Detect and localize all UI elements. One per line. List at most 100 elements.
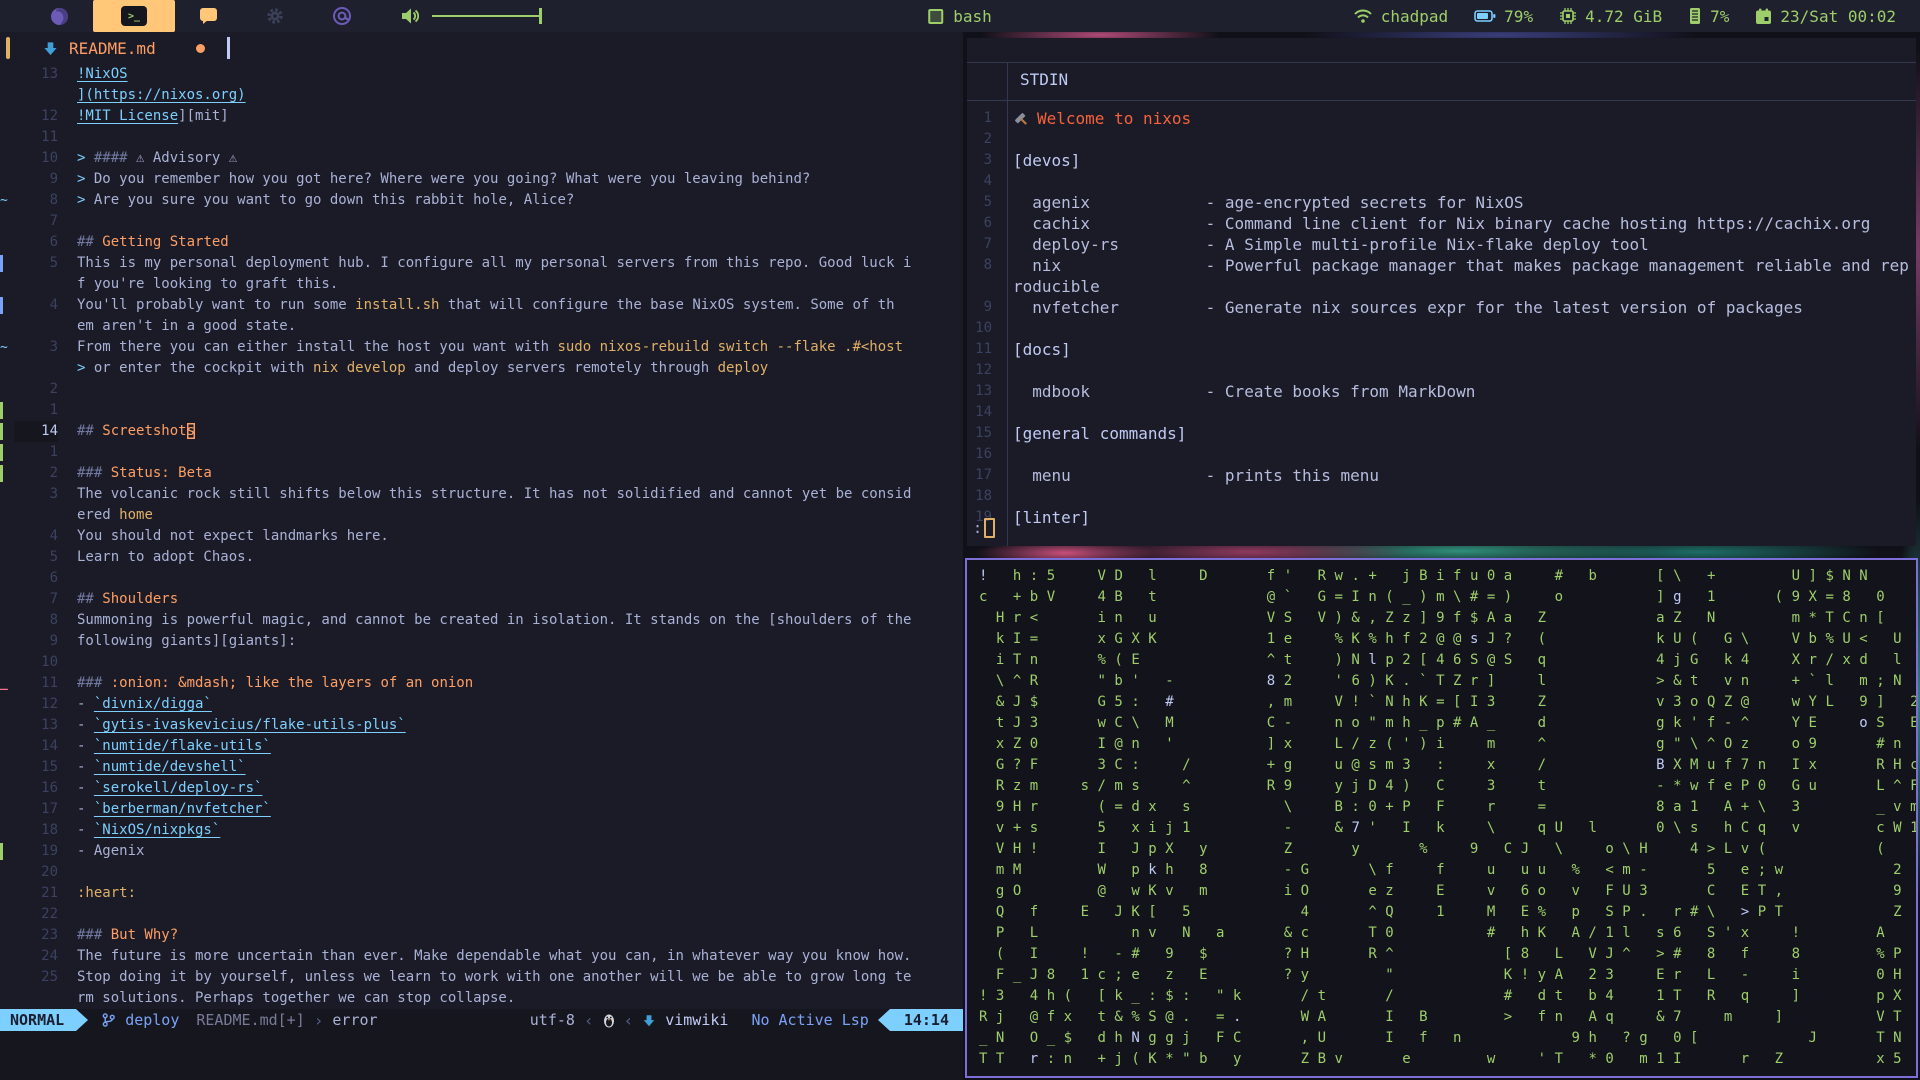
editor-line[interactable]: 1 <box>0 442 963 463</box>
editor-line[interactable]: 24 The future is more uncertain than ever… <box>0 946 963 967</box>
editor-line[interactable]: 8 Summoning is powerful magic, and cannot… <box>0 610 963 631</box>
gutter-sign <box>0 610 14 631</box>
line-number: 12 <box>41 696 58 712</box>
line-text: - `NixOS/nixpkgs` <box>77 822 221 838</box>
editor-line[interactable]: 23 ### But Why? <box>0 925 963 946</box>
pager-terminal-window[interactable]: STDIN 1 Welcome to nixos 2 3 [devos] 4 5 ageni… <box>967 38 1916 546</box>
gutter-sign <box>0 988 14 1009</box>
editor-line[interactable]: 12 - `divnix/digga` <box>0 694 963 715</box>
firefox-icon[interactable] <box>26 0 93 32</box>
editor-line[interactable]: 21:heart: <box>0 883 963 904</box>
editor-line[interactable]: 2 <box>0 379 963 400</box>
pager-line-number: 8 <box>983 257 992 273</box>
editor-line[interactable]: ered home <box>0 505 963 526</box>
editor-line[interactable]: 16 - `serokell/deploy-rs` <box>0 778 963 799</box>
line-number: 11 <box>41 129 58 145</box>
editor-line[interactable]: 15 - `numtide/devshell` <box>0 757 963 778</box>
volume-slider-handle[interactable] <box>539 8 542 24</box>
editor-line[interactable]: 25 Stop doing it by yourself, unless we l… <box>0 967 963 988</box>
pager-line: 18 <box>967 486 1916 507</box>
line-number <box>14 988 58 1009</box>
editor-line[interactable]: 7 ## Shoulders <box>0 589 963 610</box>
gutter-sign <box>0 211 14 232</box>
editor-line[interactable]: 5 This is my personal deployment hub. I c… <box>0 253 963 274</box>
editor-line[interactable]: 6 ## Getting Started <box>0 232 963 253</box>
editor-line[interactable]: 10 <box>0 652 963 673</box>
pager-line: 12 <box>967 360 1916 381</box>
matrix-terminal-window[interactable]: ! h:5 VD l D f' Rw.+ jBifu0a # b [\ + U]… <box>965 558 1918 1078</box>
editor-line[interactable]: > or enter the cockpit with nix develop … <box>0 358 963 379</box>
line-text: The volcanic rock still shifts below thi… <box>77 486 912 502</box>
editor-line[interactable]: 13 - `gytis-ivaskevicius/flake-utils-plus… <box>0 715 963 736</box>
pager-line-text: nvfetcher - Generate nix sources expr fo… <box>1013 298 1803 317</box>
gutter-sign <box>0 316 14 337</box>
pager-line-number: 2 <box>983 131 992 147</box>
buffer-filename[interactable]: README.md <box>69 39 156 58</box>
editor-line[interactable]: 4 You'll probably want to run some instal… <box>0 295 963 316</box>
editor-line[interactable]: 4 You should not expect landmarks here. <box>0 526 963 547</box>
editor-line[interactable]: f you're looking to graft this. <box>0 274 963 295</box>
editor-line[interactable]: 13 !NixOS <box>0 64 963 85</box>
editor-line[interactable]: 10 > #### ⚠ Advisory ⚠ <box>0 148 963 169</box>
editor-line[interactable]: 1 <box>0 400 963 421</box>
gutter-sign <box>0 169 14 190</box>
editor-line[interactable]: 9 following giants][giants]: <box>0 631 963 652</box>
matrix-row: \^R "b' - 82 '6)K.`TZr] l >&t vn +`l m;N <box>979 673 1911 689</box>
workspace-active[interactable]: >_ <box>93 0 175 32</box>
editor-line[interactable]: 20 <box>0 862 963 883</box>
command-line[interactable] <box>0 1031 963 1080</box>
editor-line[interactable]: 22 <box>0 904 963 925</box>
editor-line[interactable]: 11 <box>0 127 963 148</box>
editor-window[interactable]: README.md 13 !NixOS](https://nixos.org) 12… <box>0 32 963 1080</box>
editor-line[interactable]: 14 ## Screetshots <box>0 421 963 442</box>
editor-line[interactable]: 12 !MIT License][mit] <box>0 106 963 127</box>
status-modules: chadpad 79% 4.72 GiB 7% 23/Sat 00:02 <box>1339 7 1920 26</box>
linux-penguin-icon <box>603 1014 614 1027</box>
ram-module[interactable]: 4.72 GiB <box>1559 7 1662 26</box>
editor-line[interactable]: ](https://nixos.org) <box>0 85 963 106</box>
editor-line[interactable]: ~3 From there you can either install the … <box>0 337 963 358</box>
editor-line[interactable]: 17 - `berberman/nvfetcher` <box>0 799 963 820</box>
editor-line[interactable]: 14 - `numtide/flake-utils` <box>0 736 963 757</box>
chevron-right-icon: › <box>313 1010 324 1030</box>
editor-line[interactable]: _ 11 ### :onion: &mdash; like the layers o… <box>0 673 963 694</box>
volume-icon[interactable] <box>376 0 420 32</box>
cpu-module[interactable]: 7% <box>1688 7 1729 26</box>
network-module[interactable]: chadpad <box>1353 7 1448 26</box>
editor-line[interactable]: 7 <box>0 211 963 232</box>
editor-line[interactable]: 5 Learn to adopt Chaos. <box>0 547 963 568</box>
at-icon[interactable] <box>308 0 376 32</box>
editor-line[interactable]: 19 - Agenix <box>0 841 963 862</box>
pager-line-number: 3 <box>983 152 992 168</box>
editor-line[interactable]: 6 <box>0 568 963 589</box>
line-number: 18 <box>41 822 58 838</box>
pager-prompt[interactable]: : <box>973 518 996 538</box>
matrix-row: TT r:n +j(K*"b y ZBv e w 'T *0 m1I r Z x… <box>979 1051 1911 1067</box>
header-rule-top <box>967 62 1916 63</box>
editor-line[interactable]: 18 - `NixOS/nixpkgs` <box>0 820 963 841</box>
date-time: 23/Sat 00:02 <box>1780 6 1896 26</box>
editor-line[interactable]: em aren't in a good state. <box>0 316 963 337</box>
gear-icon[interactable] <box>242 0 308 32</box>
editor-line[interactable]: rm solutions. Perhaps together we can st… <box>0 988 963 1009</box>
gutter-sign <box>0 526 14 547</box>
window-title-text: bash <box>953 6 992 26</box>
wifi-icon <box>1354 9 1372 23</box>
clock-module[interactable]: 23/Sat 00:02 <box>1755 7 1896 26</box>
editor-line[interactable]: 2 ### Status: Beta <box>0 463 963 484</box>
chat-icon[interactable] <box>175 0 242 32</box>
matrix-row: P L nv N a &c T0 # hK A/1l s6 S'x ! A <box>979 925 1894 941</box>
editor-line[interactable]: ~8 > Are you sure you want to go down thi… <box>0 190 963 211</box>
line-text <box>58 568 77 589</box>
pager-line: 13 mdbook - Create books from MarkDown <box>967 381 1916 402</box>
editor-line[interactable]: 3 The volcanic rock still shifts below th… <box>0 484 963 505</box>
line-text: ered home <box>77 507 153 523</box>
gutter-sign <box>0 463 14 484</box>
battery-module[interactable]: 79% <box>1474 7 1533 26</box>
editor-line[interactable]: 9 > Do you remember how you got here? Whe… <box>0 169 963 190</box>
editor-text-area[interactable]: 13 !NixOS](https://nixos.org) 12 !MIT Licen… <box>0 64 963 1009</box>
matrix-row: iTn %(E ^t )Nlp2[46S@S q 4jG k4 Xr/xd l <box>979 652 1911 668</box>
volume-slider[interactable] <box>432 8 542 24</box>
pager-line: 14 <box>967 402 1916 423</box>
cpu-icon <box>1560 8 1577 24</box>
